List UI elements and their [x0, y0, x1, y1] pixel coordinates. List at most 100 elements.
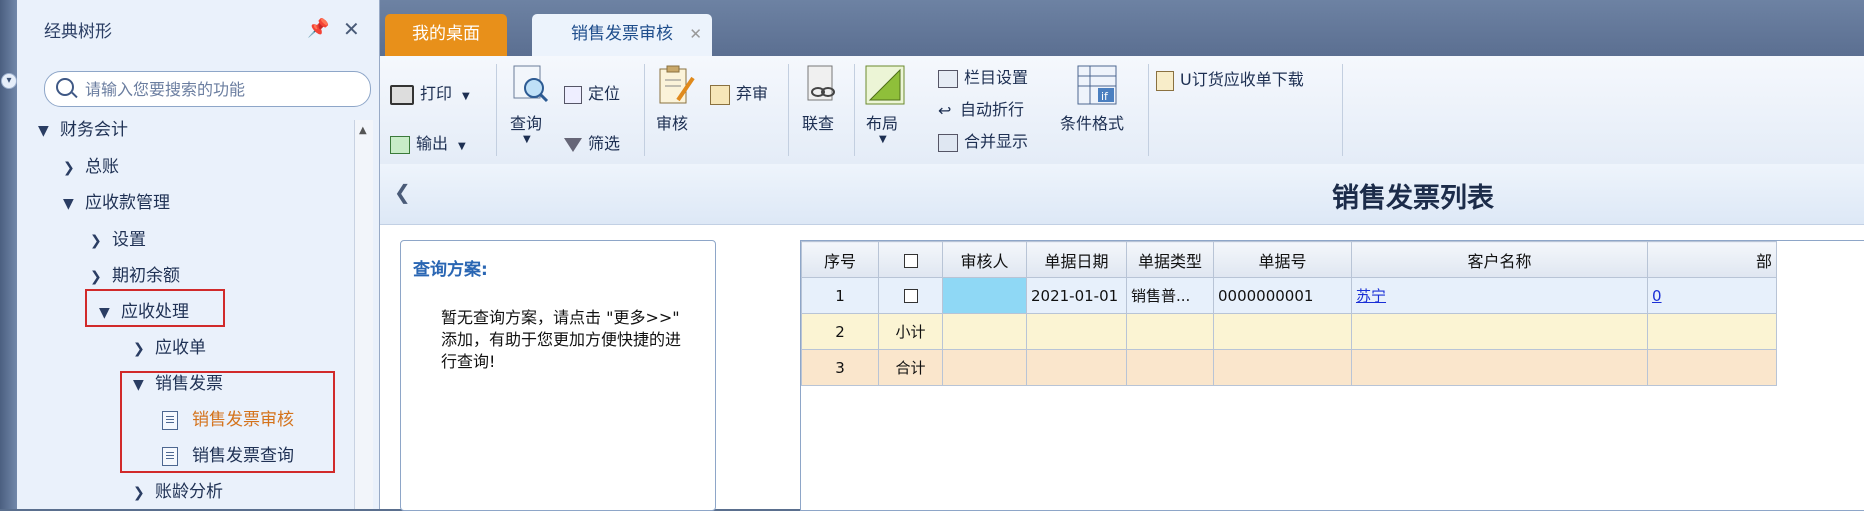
close-tab-icon[interactable]: ✕ — [689, 14, 702, 54]
cell-date — [1026, 349, 1127, 386]
tab-desktop[interactable]: 我的桌面 — [385, 14, 507, 56]
chevron-down-icon: ▼ — [63, 196, 74, 212]
tree-scrollbar[interactable]: ▲ — [354, 120, 373, 509]
chevron-left-icon[interactable]: ❮ — [394, 180, 411, 204]
cell-dept: 0 — [1647, 277, 1777, 314]
pin-icon[interactable]: 📌 — [307, 18, 329, 39]
col-header-number[interactable]: 单据号 — [1213, 241, 1352, 278]
cell-dept — [1647, 313, 1777, 350]
cell-type — [1126, 349, 1214, 386]
search-input[interactable] — [83, 76, 357, 102]
tree-node-finance[interactable]: ▼ 财务会计 — [38, 115, 128, 145]
query-scheme-message: 暂无查询方案，请点击 "更多>>" 添加，有助于您更加方便快捷的进行查询! — [441, 308, 682, 371]
function-tree-panel: 经典树形 📌 ✕ ▼财务会计 ❯总账 ▼应收款管理 ❯设置 ❯期初余额 ▼应收处… — [17, 0, 380, 509]
cell-seq: 3 — [801, 349, 879, 386]
table-header-row: 序号 审核人 单据日期 单据类型 单据号 客户名称 部 — [801, 241, 1777, 278]
dropdown-arrow-icon: ▼ — [458, 141, 466, 152]
print-button[interactable]: 打印 ▼ — [390, 80, 470, 105]
export-button[interactable]: 输出 ▼ — [390, 130, 466, 154]
export-icon — [390, 135, 410, 154]
cell-auditor — [942, 313, 1027, 350]
ribbon-separator — [1342, 64, 1343, 156]
query-scheme-panel: 查询方案: 暂无查询方案，请点击 "更多>>" 添加，有助于您更加方便快捷的进行… — [400, 240, 716, 511]
cell-number — [1213, 313, 1352, 350]
layout-button[interactable]: 布局 ▼ — [864, 64, 908, 158]
cell-number — [1213, 349, 1352, 386]
cell-type — [1126, 313, 1214, 350]
cell-customer: 苏宁 — [1351, 277, 1648, 314]
list-title-bar: ❮ 销售发票列表 — [380, 164, 1864, 225]
row-checkbox[interactable] — [903, 289, 918, 303]
column-settings-icon — [938, 69, 958, 88]
tree-node-receivables[interactable]: ▼ 应收款管理 — [63, 188, 170, 218]
merge-display-button[interactable]: 合并显示 — [938, 128, 1028, 152]
search-icon — [56, 78, 74, 96]
ribbon-separator — [496, 64, 497, 156]
cell-total-label: 合计 — [878, 349, 943, 386]
cell-seq: 2 — [801, 313, 879, 350]
customer-link[interactable]: 苏宁 — [1356, 287, 1386, 305]
cell-number: 0000000001 — [1213, 277, 1352, 314]
table-row[interactable]: 2 小计 — [801, 313, 1777, 350]
left-edge-strip: ▾ — [0, 0, 17, 509]
column-settings-button[interactable]: 栏目设置 — [938, 64, 1028, 88]
col-header-date[interactable]: 单据日期 — [1026, 241, 1127, 278]
cell-select[interactable] — [878, 277, 943, 314]
ribbon-separator — [1148, 64, 1149, 156]
dropdown-arrow-icon: ▼ — [523, 134, 531, 145]
locate-button[interactable]: 定位 — [564, 80, 620, 104]
page-title: 销售发票列表 — [1332, 183, 1494, 214]
chevron-right-icon: ❯ — [133, 485, 145, 501]
table-row[interactable]: 1 2021-01-01 销售普... 0000000001 苏宁 0 — [801, 277, 1777, 314]
tree-node-ledger[interactable]: ❯ 总账 — [63, 152, 119, 182]
table-row[interactable]: 3 合计 — [801, 349, 1777, 386]
filter-button[interactable]: 筛选 — [564, 130, 620, 154]
svg-text:if: if — [1101, 90, 1109, 103]
condition-format-icon: if — [1077, 65, 1117, 105]
cell-customer — [1351, 313, 1648, 350]
cell-type: 销售普... — [1126, 277, 1214, 314]
main-area: 我的桌面 销售发票审核 ✕ 打印 ▼ 输出 ▼ 查询 ▼ 定位 筛选 审核 弃审… — [380, 0, 1864, 511]
wrap-icon: ↩ — [938, 100, 952, 120]
cell-seq: 1 — [801, 277, 879, 314]
invoice-table: 序号 审核人 单据日期 单据类型 单据号 客户名称 部 1 2021-01-01… — [801, 241, 1777, 386]
chain-doc-icon — [807, 65, 835, 101]
query-button[interactable]: 查询 ▼ — [508, 64, 552, 158]
col-header-select[interactable] — [878, 241, 943, 278]
cell-date — [1026, 313, 1127, 350]
select-all-checkbox[interactable] — [903, 253, 918, 268]
dept-link[interactable]: 0 — [1652, 287, 1662, 305]
search-box[interactable] — [44, 71, 371, 107]
chevron-down-icon: ▼ — [38, 123, 49, 139]
ruler-layout-icon — [865, 65, 905, 105]
u-order-download-button[interactable]: U订货应收单下载 — [1156, 66, 1304, 91]
cell-auditor[interactable] — [942, 277, 1027, 314]
abandon-audit-button[interactable]: 弃审 — [710, 80, 768, 105]
filter-icon — [564, 137, 582, 152]
col-header-dept[interactable]: 部 — [1647, 241, 1777, 278]
tree-node-settings[interactable]: ❯ 设置 — [90, 225, 146, 255]
chevron-right-icon: ❯ — [133, 341, 145, 357]
audit-button[interactable]: 审核 — [654, 64, 698, 158]
col-header-seq[interactable]: 序号 — [801, 241, 879, 278]
col-header-type[interactable]: 单据类型 — [1126, 241, 1214, 278]
tree-node-opening-balance[interactable]: ❯ 期初余额 — [90, 261, 180, 291]
close-icon[interactable]: ✕ — [343, 17, 360, 41]
auto-wrap-button[interactable]: ↩ 自动折行 — [938, 96, 1024, 120]
col-header-customer[interactable]: 客户名称 — [1351, 241, 1648, 278]
toolbar-ribbon: 打印 ▼ 输出 ▼ 查询 ▼ 定位 筛选 审核 弃审 联查 布局 ▼ 栏目设置 … — [380, 56, 1864, 165]
link-query-button[interactable]: 联查 — [800, 64, 844, 158]
tree-node-aging[interactable]: ❯ 账龄分析 — [133, 477, 223, 507]
condition-format-button[interactable]: if 条件格式 — [1058, 64, 1138, 158]
scroll-up-icon[interactable]: ▲ — [359, 125, 367, 136]
abandon-icon — [710, 84, 730, 105]
ribbon-separator — [788, 64, 789, 156]
cell-auditor — [942, 349, 1027, 386]
col-header-auditor[interactable]: 审核人 — [942, 241, 1027, 278]
ribbon-separator — [644, 64, 645, 156]
expand-circle-icon[interactable]: ▾ — [1, 73, 17, 89]
tab-invoice-audit[interactable]: 销售发票审核 ✕ — [532, 14, 712, 56]
tree-node-ar-doc[interactable]: ❯ 应收单 — [133, 333, 206, 363]
highlight-box-ar-processing — [85, 289, 225, 327]
ribbon-separator — [854, 64, 855, 156]
